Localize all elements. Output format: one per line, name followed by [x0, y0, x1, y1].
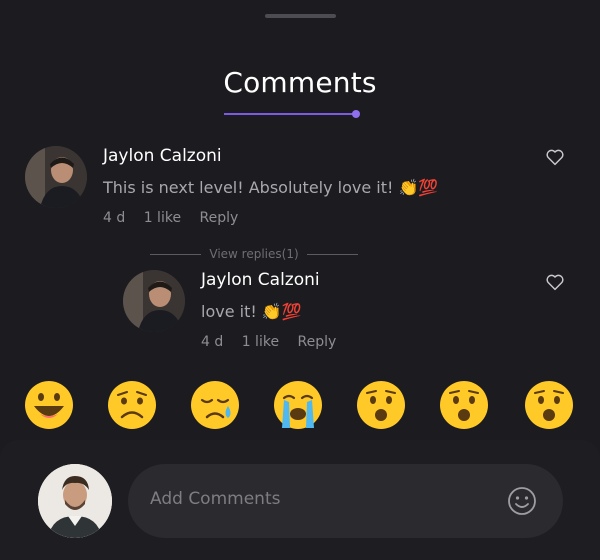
- view-replies-toggle[interactable]: View replies(1): [150, 246, 359, 262]
- comment-input-placeholder: Add Comments: [150, 489, 281, 509]
- title-underline: [224, 113, 356, 115]
- comment-input[interactable]: Add Comments: [128, 464, 563, 538]
- sad-tear-face-icon[interactable]: [190, 380, 240, 430]
- comment-avatar[interactable]: [25, 146, 87, 208]
- comment-text: This is next level! Absolutely love it! …: [103, 178, 439, 197]
- emoji-picker-icon[interactable]: [507, 486, 537, 516]
- comment-meta: 4 d 1 like Reply: [103, 210, 252, 226]
- reply-author[interactable]: Jaylon Calzoni: [201, 270, 320, 290]
- anguished-face-icon[interactable]: [439, 380, 489, 430]
- reply-meta: 4 d 1 like Reply: [201, 334, 350, 350]
- like-heart-icon[interactable]: [545, 273, 565, 291]
- reaction-bar: [24, 380, 576, 432]
- sheet-drag-handle[interactable]: [265, 14, 336, 18]
- frowning-face-icon[interactable]: [107, 380, 157, 430]
- comment-likes[interactable]: 1 like: [144, 210, 181, 226]
- reply-button[interactable]: Reply: [200, 210, 239, 226]
- reply-likes[interactable]: 1 like: [242, 334, 279, 350]
- anguished-face-icon[interactable]: [356, 380, 406, 430]
- loudly-crying-face-icon[interactable]: [273, 380, 323, 430]
- divider: [150, 253, 202, 255]
- current-user-avatar[interactable]: [38, 464, 112, 538]
- title-underline-dot: [352, 110, 360, 118]
- divider: [306, 253, 359, 255]
- like-heart-icon[interactable]: [545, 148, 565, 166]
- reply-time: 4 d: [201, 334, 224, 350]
- anguished-face-icon[interactable]: [524, 380, 574, 430]
- page-title: Comments: [223, 66, 377, 99]
- view-replies-label[interactable]: View replies(1): [209, 247, 298, 261]
- grinning-face-icon[interactable]: [24, 380, 74, 430]
- reply-button[interactable]: Reply: [298, 334, 337, 350]
- reply-text: love it! 👏💯: [201, 302, 302, 321]
- reply-avatar[interactable]: [123, 270, 185, 332]
- comment-author[interactable]: Jaylon Calzoni: [103, 146, 222, 166]
- comment-time: 4 d: [103, 210, 126, 226]
